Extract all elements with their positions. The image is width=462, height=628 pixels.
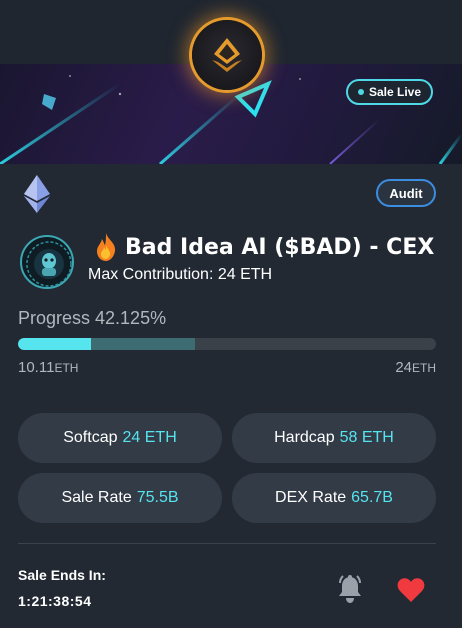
max-contribution: Max Contribution: 24 ETH: [88, 266, 273, 283]
ethereum-icon: [24, 175, 50, 213]
live-dot-icon: [358, 89, 364, 95]
bell-icon[interactable]: [337, 575, 363, 603]
hardcap-value: 58 ETH: [339, 429, 394, 446]
sale-rate-stat: Sale Rate 75.5B: [18, 473, 222, 523]
project-title: Bad Idea AI ($BAD) - CEX: [125, 234, 435, 260]
target-amount: 24ETH: [395, 359, 436, 376]
dex-rate-label: DEX Rate: [275, 489, 347, 506]
raised-amount: 10.11ETH: [18, 359, 78, 376]
heart-icon[interactable]: [397, 577, 425, 603]
status-badge: Sale Live: [346, 79, 434, 105]
platform-logo: [192, 20, 262, 90]
dex-rate-value: 65.7B: [351, 489, 393, 506]
raised-unit: ETH: [54, 361, 79, 375]
audit-button[interactable]: Audit: [376, 179, 436, 207]
status-badge-label: Sale Live: [369, 85, 422, 99]
dex-rate-stat: DEX Rate 65.7B: [232, 473, 436, 523]
progress-label: Progress 42.125%: [18, 308, 167, 328]
progress-bar: [18, 338, 436, 350]
softcap-label: Softcap: [63, 429, 118, 446]
countdown-timer: 1:21:38:54: [18, 593, 92, 609]
target-value: 24: [395, 359, 412, 376]
sale-rate-label: Sale Rate: [61, 489, 132, 506]
softcap-stat: Softcap 24 ETH: [18, 413, 222, 463]
target-unit: ETH: [412, 361, 436, 375]
sale-ends-label: Sale Ends In:: [18, 567, 106, 583]
softcap-value: 24 ETH: [122, 429, 177, 446]
presale-card[interactable]: Sale Live Audit Bad Idea AI ($BAD) - CEX…: [0, 0, 462, 628]
raised-value: 10.11: [18, 359, 55, 376]
fire-icon: [97, 233, 116, 261]
divider: [18, 543, 436, 544]
audit-button-label: Audit: [389, 185, 423, 201]
hardcap-stat: Hardcap 58 ETH: [232, 413, 436, 463]
progress-fill: [18, 338, 91, 350]
hardcap-label: Hardcap: [274, 429, 335, 446]
sale-rate-value: 75.5B: [136, 489, 179, 506]
project-avatar: [20, 235, 74, 289]
project-title-row: Bad Idea AI ($BAD) - CEX: [95, 229, 434, 265]
